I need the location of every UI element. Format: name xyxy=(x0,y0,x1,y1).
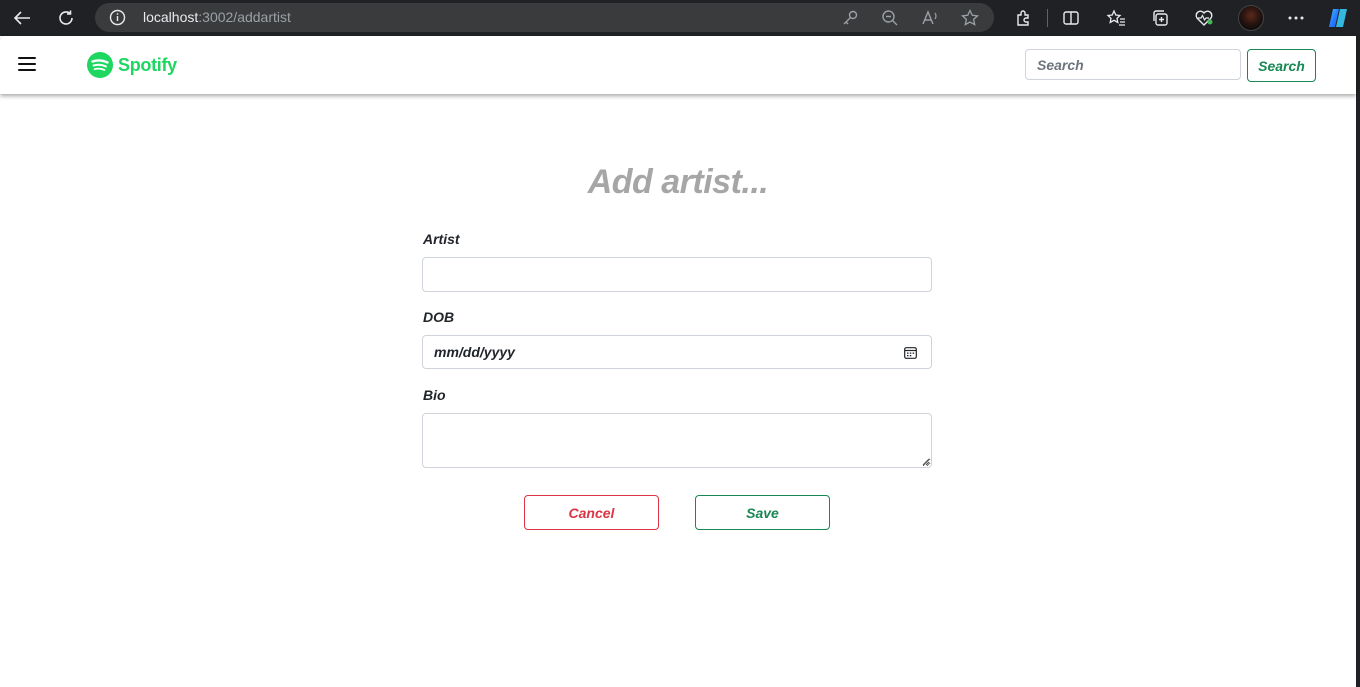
copilot-icon[interactable] xyxy=(1326,6,1350,30)
reload-icon[interactable] xyxy=(53,5,79,31)
save-button[interactable]: Save xyxy=(695,495,830,530)
read-aloud-icon[interactable] xyxy=(920,8,940,28)
bio-textarea[interactable] xyxy=(422,413,932,468)
address-bar[interactable]: localhost:3002/addartist xyxy=(95,3,994,32)
menu-toggle-icon[interactable] xyxy=(18,57,36,71)
url-path: :3002/addartist xyxy=(198,9,291,25)
toolbar-divider xyxy=(1047,9,1048,27)
browser-toolbar: localhost:3002/addartist xyxy=(0,0,1360,36)
app-navbar: Spotify Search xyxy=(0,36,1356,94)
collections-icon[interactable] xyxy=(1147,5,1173,31)
artist-label: Artist xyxy=(423,231,460,247)
window-edge xyxy=(1356,36,1360,687)
page-title: Add artist... xyxy=(587,163,769,201)
search-button[interactable]: Search xyxy=(1247,49,1316,82)
browser-essentials-icon[interactable] xyxy=(1191,5,1217,31)
profile-avatar[interactable] xyxy=(1238,5,1264,31)
site-info-icon[interactable] xyxy=(109,9,126,26)
more-options-icon[interactable] xyxy=(1283,5,1309,31)
favorite-star-icon[interactable] xyxy=(960,8,980,28)
split-screen-icon[interactable] xyxy=(1058,5,1084,31)
dob-date-input[interactable]: mm/dd/yyyy xyxy=(422,335,932,369)
resize-grip-icon[interactable] xyxy=(921,457,930,466)
artist-input[interactable] xyxy=(422,257,932,292)
brand-logo[interactable]: Spotify xyxy=(86,51,177,79)
zoom-out-icon[interactable] xyxy=(880,8,900,28)
search-input[interactable] xyxy=(1025,49,1241,80)
back-icon[interactable] xyxy=(9,5,35,31)
bio-label: Bio xyxy=(423,387,446,403)
dob-placeholder: mm/dd/yyyy xyxy=(434,344,515,360)
dob-label: DOB xyxy=(423,309,455,325)
calendar-icon[interactable] xyxy=(904,346,917,364)
spotify-logo-icon xyxy=(87,52,113,78)
url-text[interactable]: localhost:3002/addartist xyxy=(143,9,291,26)
extensions-icon[interactable] xyxy=(1010,5,1036,31)
favorites-icon[interactable] xyxy=(1103,5,1129,31)
url-host: localhost xyxy=(143,9,199,25)
key-icon[interactable] xyxy=(840,8,860,28)
brand-name: Spotify xyxy=(118,54,177,75)
cancel-button[interactable]: Cancel xyxy=(524,495,659,530)
